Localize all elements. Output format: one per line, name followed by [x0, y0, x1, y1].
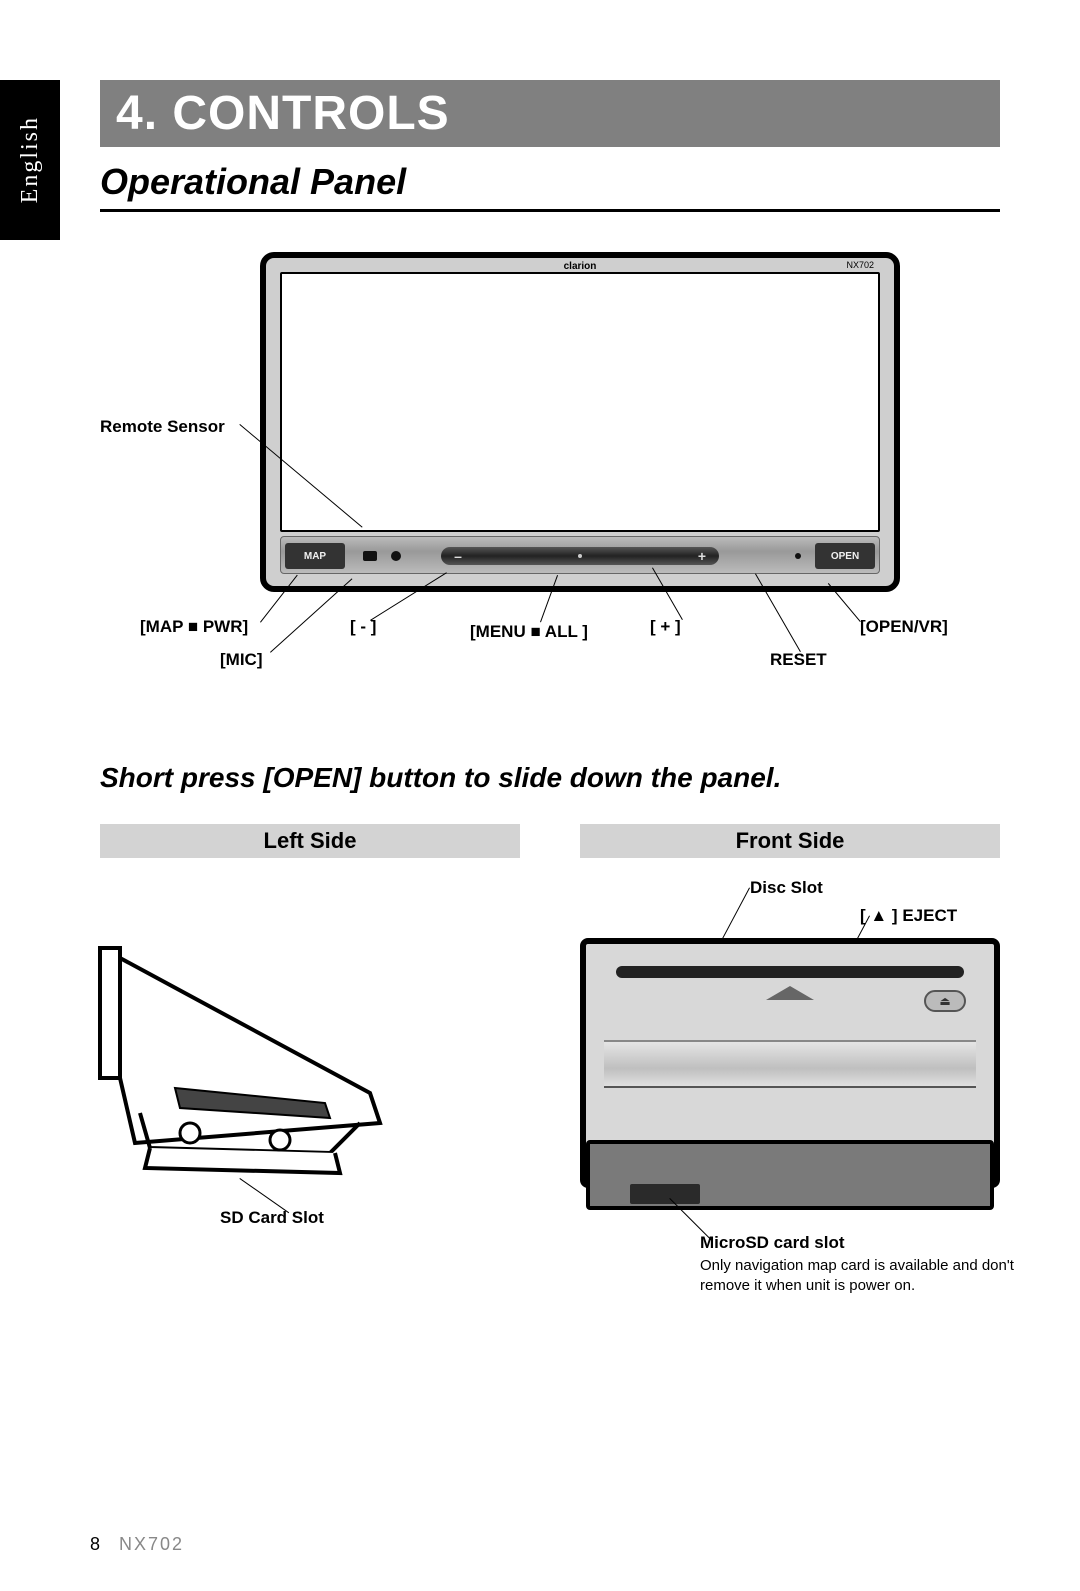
callout-reset: RESET: [770, 650, 827, 670]
eject-button: ⏏: [924, 990, 966, 1012]
language-label: English: [17, 116, 44, 203]
diagram-left-side: SD Card Slot: [100, 878, 520, 1298]
diagram-operational-panel: clarion NX702 MAP – + OPEN Remot: [100, 252, 1000, 672]
front-side-header: Front Side: [580, 824, 1000, 858]
page-number: 8: [90, 1534, 100, 1554]
callout-plus: [ + ]: [650, 617, 681, 637]
brand-label: clarion: [564, 261, 597, 272]
content-column: 4. CONTROLS Operational Panel clarion NX…: [100, 80, 1000, 1298]
model-badge: NX702: [842, 260, 878, 270]
map-button: MAP: [285, 543, 345, 569]
eject-icon: ⏏: [939, 994, 950, 1008]
callout-microsd-title: MicroSD card slot: [700, 1233, 845, 1253]
arrow-up-icon: [766, 986, 814, 1000]
reset-hole-icon: [795, 553, 801, 559]
section-title: Operational Panel: [100, 161, 1000, 212]
minus-icon: –: [449, 548, 467, 564]
callout-sd-card-slot: SD Card Slot: [220, 1208, 324, 1228]
remote-sensor-icon: [391, 551, 401, 561]
chapter-heading: 4. CONTROLS: [100, 80, 1000, 147]
mid-bar: [604, 1040, 976, 1088]
disc-slot-icon: [616, 966, 964, 978]
mechanism-illustration: [80, 938, 420, 1198]
plus-icon: +: [693, 548, 711, 564]
diagram-front-side: Disc Slot [ ▲ ] EJECT ⏏ MicroSD card slo…: [580, 878, 1000, 1298]
front-panel-body: ⏏: [580, 938, 1000, 1188]
open-button: OPEN: [815, 543, 875, 569]
diagram-row: SD Card Slot Disc Slot [ ▲ ] EJECT ⏏: [100, 878, 1000, 1298]
callout-disc-slot: Disc Slot: [750, 878, 823, 898]
language-tab: English: [0, 80, 60, 240]
mic-hole-icon: [363, 551, 377, 561]
microsd-note: Only navigation map card is available an…: [700, 1256, 1060, 1295]
device-screen: [280, 272, 880, 532]
device-body: clarion NX702 MAP – + OPEN: [260, 252, 900, 592]
device-bottom-strip: MAP – + OPEN: [280, 536, 880, 574]
callout-open-vr: [OPEN/VR]: [860, 617, 948, 637]
chapter-number: 4.: [116, 87, 158, 140]
callout-minus: [ - ]: [350, 617, 376, 637]
subtitle: Short press [OPEN] button to slide down …: [100, 762, 1000, 794]
volume-bar: – +: [441, 547, 719, 565]
footer-model: NX702: [119, 1534, 184, 1554]
callout-map-pwr: [MAP ■ PWR]: [140, 617, 248, 637]
callout-mic: [MIC]: [220, 650, 262, 670]
callout-eject: [ ▲ ] EJECT: [860, 906, 957, 926]
page-footer: 8 NX702: [90, 1534, 184, 1555]
lower-tray: [586, 1140, 994, 1210]
menu-dot-icon: [578, 554, 582, 558]
callout-menu-all: [MENU ■ ALL ]: [470, 622, 588, 642]
microsd-slot-icon: [630, 1184, 700, 1204]
chapter-title: CONTROLS: [172, 87, 449, 140]
left-side-header: Left Side: [100, 824, 520, 858]
manual-page: English 4. CONTROLS Operational Panel cl…: [0, 0, 1080, 1591]
callout-remote-sensor: Remote Sensor: [100, 417, 225, 437]
side-headers-row: Left Side Front Side: [100, 824, 1000, 858]
